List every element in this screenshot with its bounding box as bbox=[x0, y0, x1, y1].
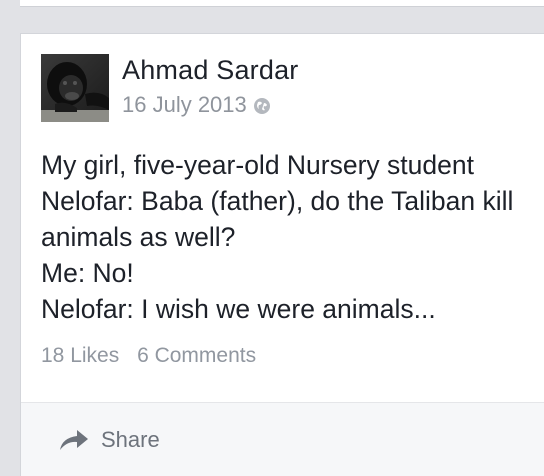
post-card: Ahmad Sardar 16 July 2013 My girl, five-… bbox=[20, 33, 544, 476]
post-line: Nelofar: I wish we were animals... bbox=[41, 294, 436, 324]
post-body: My girl, five-year-old Nursery student N… bbox=[41, 147, 544, 327]
likes-count[interactable]: 18 Likes bbox=[41, 344, 119, 367]
share-button[interactable]: Share bbox=[59, 427, 160, 453]
globe-icon[interactable] bbox=[253, 97, 271, 115]
chimpanzee-avatar-image bbox=[41, 54, 109, 122]
post-date[interactable]: 16 July 2013 bbox=[122, 92, 247, 118]
post-line: My girl, five-year-old Nursery student bbox=[41, 150, 474, 180]
author-name[interactable]: Ahmad Sardar bbox=[122, 55, 299, 86]
post-stats: 18 Likes 6 Comments bbox=[41, 344, 256, 368]
previous-post-card bbox=[20, 0, 544, 7]
post-meta: 16 July 2013 bbox=[122, 92, 271, 118]
share-label: Share bbox=[101, 427, 160, 452]
post-line: animals as well? bbox=[41, 222, 236, 252]
comments-count[interactable]: 6 Comments bbox=[137, 344, 256, 367]
post-line: Nelofar: Baba (father), do the Taliban k… bbox=[41, 186, 514, 216]
share-arrow-icon bbox=[60, 430, 88, 450]
action-bar: Share bbox=[21, 402, 544, 476]
avatar[interactable] bbox=[41, 54, 109, 122]
post-line: Me: No! bbox=[41, 258, 134, 288]
